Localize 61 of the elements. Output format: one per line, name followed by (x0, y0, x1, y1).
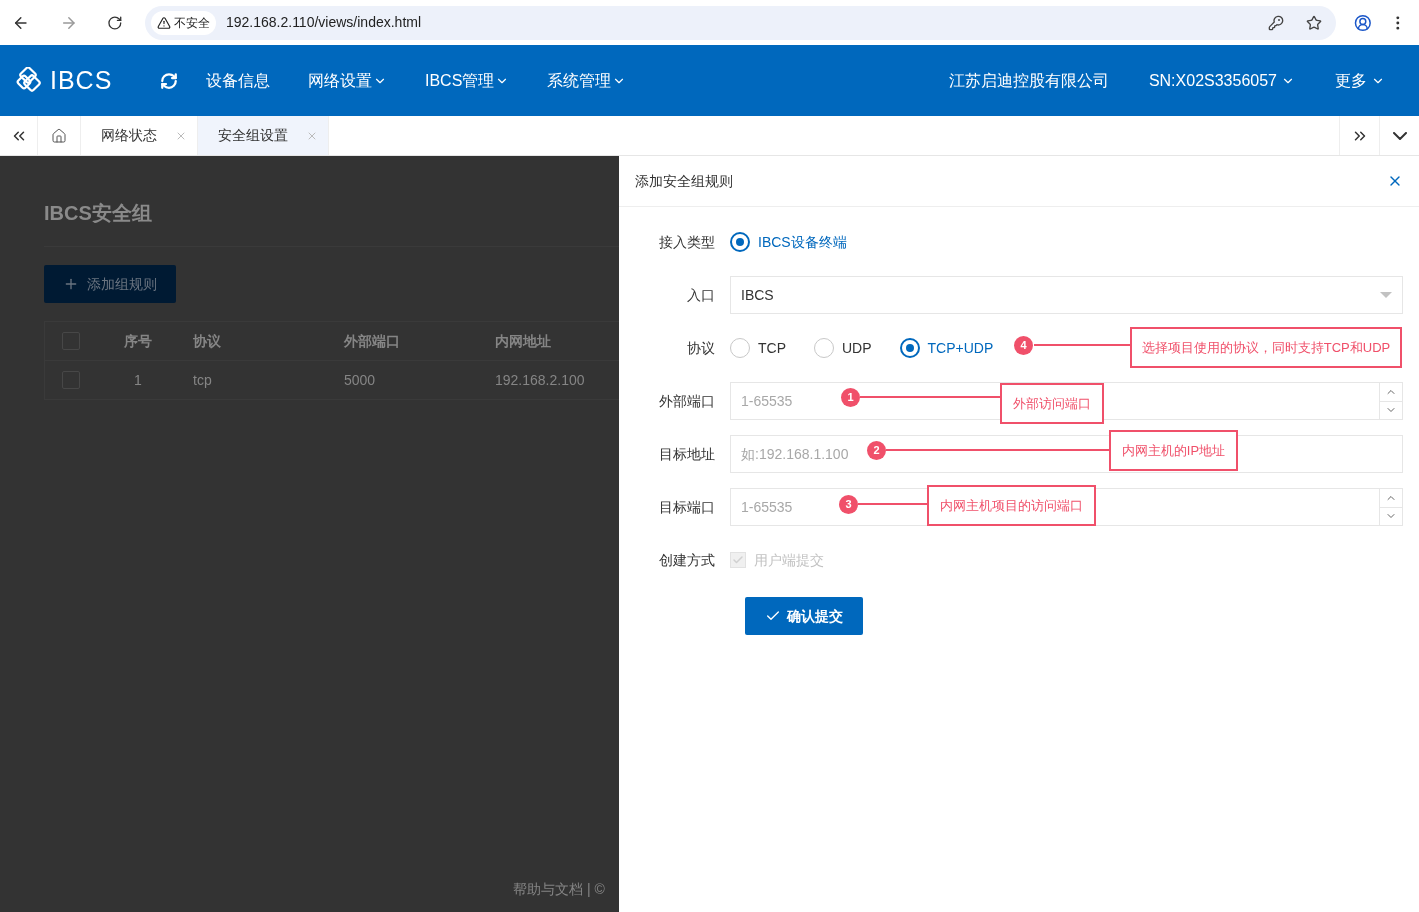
nav-menu-item[interactable]: 设备信息 (206, 68, 270, 93)
chevron-down-icon (1392, 131, 1407, 140)
callout: 外部访问端口 (1000, 383, 1104, 424)
table-cell-text: tcp (192, 370, 213, 390)
drawer-title: 添加安全组规则 (635, 171, 733, 191)
key-icon[interactable] (1267, 14, 1284, 31)
bookmark-star-icon[interactable] (1305, 14, 1322, 31)
table-cell-text: 5000 (343, 370, 377, 390)
header-menu-item[interactable]: 江苏启迪控股有限公司 (948, 68, 1109, 93)
warning-icon (156, 15, 171, 30)
select-field[interactable]: IBCS (730, 276, 1403, 314)
header-menu-item[interactable]: 更多 (1335, 68, 1385, 93)
reload-icon[interactable] (107, 14, 123, 31)
field-label: 创建方式 (658, 550, 716, 570)
number-badge: 2 (867, 441, 886, 460)
radio-button[interactable] (730, 232, 750, 252)
field-label: 协议 (686, 338, 716, 358)
radio-label: IBCS设备终端 (758, 232, 847, 252)
radio-label: TCP (758, 338, 786, 358)
callout: 选择项目使用的协议，同时支持TCP和UDP (1130, 327, 1402, 368)
field-label: 外部端口 (658, 391, 716, 411)
field-label: 入口 (686, 285, 716, 305)
field-label: 接入类型 (658, 232, 716, 252)
address-bar[interactable]: 不安全 192.168.2.110/views/index.html (144, 5, 1336, 40)
column-header: 协议 (192, 331, 222, 351)
table-cell-text: 192.168.2.100 (494, 370, 586, 390)
dropdown-triangle-icon (1380, 292, 1392, 298)
radio-button[interactable] (899, 338, 920, 358)
check-icon (732, 554, 744, 566)
field-label: 目标地址 (658, 444, 716, 464)
page-title: IBCS安全组 (44, 201, 153, 226)
submit-button[interactable]: 确认提交 (745, 597, 863, 635)
nav-menu-item[interactable]: IBCS管理 (425, 68, 510, 93)
footer-text: 帮助与文档 | © (513, 880, 605, 899)
home-icon (51, 127, 67, 144)
profile-icon[interactable] (1353, 13, 1372, 32)
radio-label: UDP (842, 338, 872, 358)
logo-icon (16, 66, 44, 95)
checkbox-label: 用户端提交 (754, 550, 824, 570)
number-badge: 1 (841, 388, 860, 407)
plus-icon (63, 276, 79, 292)
url-text: 192.168.2.110/views/index.html (225, 13, 423, 32)
nav-menu-item[interactable]: 网络设置 (308, 68, 387, 93)
page-tab[interactable]: 安全组设置 (198, 116, 329, 155)
radio-label: TCP+UDP (927, 338, 994, 358)
column-header: 外部端口 (343, 331, 401, 351)
logo-text: IBCS (50, 64, 113, 96)
callout: 内网主机项目的访问端口 (927, 485, 1096, 526)
number-badge: 3 (839, 495, 858, 514)
number-badge: 4 (1014, 336, 1033, 355)
column-header: 序号 (123, 331, 153, 351)
callout: 内网主机的IP地址 (1109, 430, 1238, 471)
leader-line (858, 503, 927, 505)
nav-menu-item[interactable]: 系统管理 (547, 68, 627, 93)
header-menu-item[interactable]: SN:X02S3356057 (1148, 68, 1295, 93)
field-label: 目标端口 (658, 497, 716, 517)
refresh-icon[interactable] (160, 71, 178, 90)
table-cell-text: 1 (133, 370, 143, 390)
security-chip[interactable]: 不安全 (150, 10, 216, 35)
add-rule-button[interactable]: 添加组规则 (44, 265, 176, 303)
column-header: 内网地址 (494, 331, 552, 351)
